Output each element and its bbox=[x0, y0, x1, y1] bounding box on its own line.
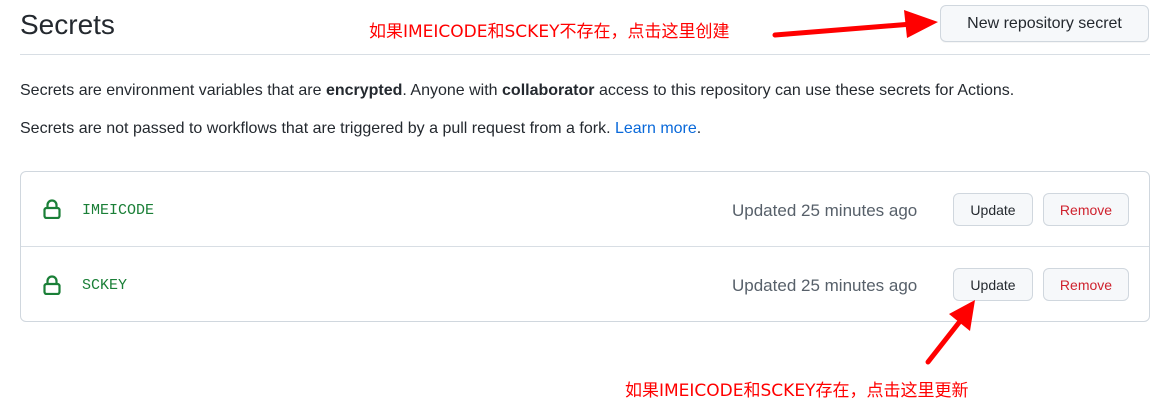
description-text: access to this repository can use these … bbox=[594, 82, 1015, 99]
annotation-update: 如果IMEICODE和SCKEY存在，点击这里更新 bbox=[625, 381, 969, 401]
lock-icon bbox=[43, 275, 61, 295]
remove-secret-button[interactable]: Remove bbox=[1043, 193, 1129, 226]
update-secret-button[interactable]: Update bbox=[953, 193, 1033, 226]
update-secret-button[interactable]: Update bbox=[953, 268, 1033, 301]
fork-notice-period: . bbox=[696, 120, 702, 137]
red-arrow-icon bbox=[772, 10, 938, 38]
updated-timestamp: Updated 25 minutes ago bbox=[732, 276, 918, 295]
page-title: Secrets bbox=[20, 9, 115, 40]
secrets-description: Secrets are environment variables that a… bbox=[20, 80, 1014, 102]
description-text: . Anyone with bbox=[402, 82, 503, 99]
fork-notice: Secrets are not passed to workflows that… bbox=[20, 118, 701, 140]
secret-name: SCKEY bbox=[82, 277, 128, 294]
title-divider bbox=[20, 54, 1150, 55]
secrets-list: IMEICODE Updated 25 minutes ago Update R… bbox=[20, 171, 1150, 322]
fork-notice-text: Secrets are not passed to workflows that… bbox=[20, 120, 615, 137]
description-bold-encrypted: encrypted bbox=[325, 82, 403, 99]
description-text: Secrets are environment variables that a… bbox=[20, 82, 326, 99]
learn-more-link[interactable]: Learn more bbox=[615, 120, 697, 137]
annotation-create: 如果IMEICODE和SCKEY不存在，点击这里创建 bbox=[369, 22, 730, 42]
description-bold-collaborator: collaborator bbox=[502, 82, 595, 99]
secret-name: IMEICODE bbox=[82, 202, 155, 219]
updated-timestamp: Updated 25 minutes ago bbox=[732, 201, 918, 220]
new-repository-secret-button[interactable]: New repository secret bbox=[940, 5, 1149, 42]
secret-row: SCKEY Updated 25 minutes ago Update Remo… bbox=[21, 246, 1149, 321]
remove-secret-button[interactable]: Remove bbox=[1043, 268, 1129, 301]
lock-icon bbox=[43, 199, 61, 219]
secret-row: IMEICODE Updated 25 minutes ago Update R… bbox=[21, 172, 1149, 246]
